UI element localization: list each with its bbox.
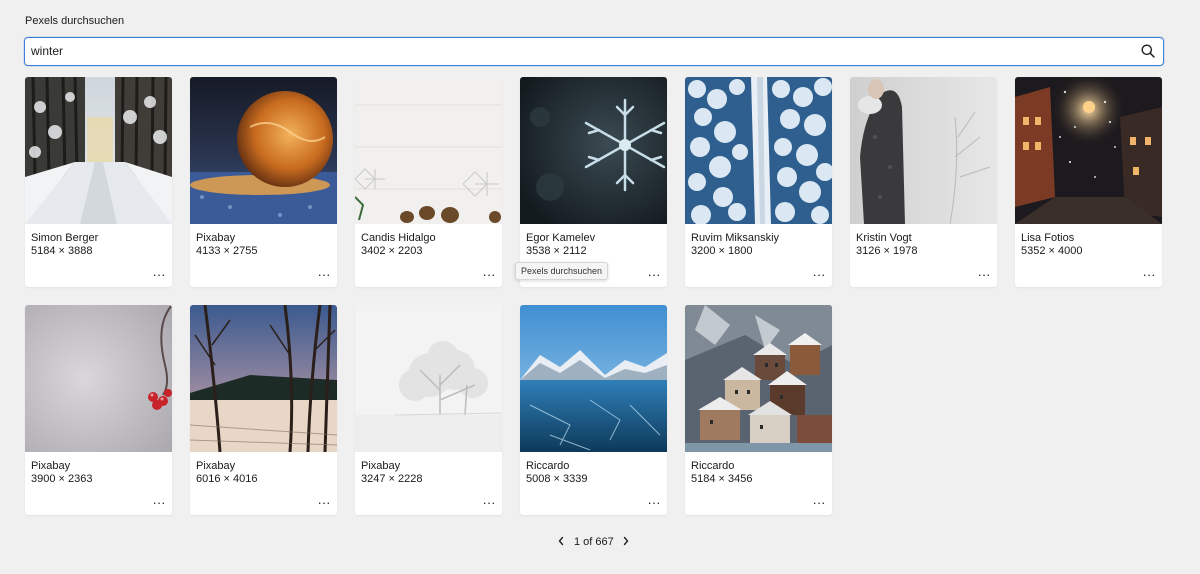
image-thumbnail[interactable]	[355, 77, 502, 224]
more-options-button[interactable]: ···	[1142, 268, 1156, 281]
image-thumbnail[interactable]	[355, 305, 502, 452]
more-options-button[interactable]: ···	[812, 268, 826, 281]
search-box	[24, 37, 1164, 66]
image-card[interactable]: Simon Berger 5184 × 3888 ···	[25, 77, 172, 287]
photographer-name: Pixabay	[196, 460, 236, 472]
tooltip: Pexels durchsuchen	[515, 262, 609, 280]
image-thumbnail[interactable]	[685, 305, 832, 452]
image-thumbnail[interactable]	[520, 77, 667, 224]
image-dimensions: 3402 × 2203	[361, 245, 423, 257]
image-card[interactable]: Pixabay 3247 × 2228 ···	[355, 305, 502, 515]
photographer-name: Riccardo	[526, 460, 570, 472]
photographer-name: Candis Hidalgo	[361, 232, 436, 244]
image-dimensions: 3900 × 2363	[31, 473, 93, 485]
image-dimensions: 5184 × 3888	[31, 245, 93, 257]
image-dimensions: 6016 × 4016	[196, 473, 258, 485]
chevron-left-icon[interactable]	[556, 534, 566, 548]
image-card[interactable]: Pixabay 6016 × 4016 ···	[190, 305, 337, 515]
image-dimensions: 5184 × 3456	[691, 473, 753, 485]
image-dimensions: 3126 × 1978	[856, 245, 918, 257]
image-card[interactable]: Ruvim Miksanskiy 3200 × 1800 ···	[685, 77, 832, 287]
more-options-button[interactable]: ···	[977, 268, 991, 281]
photographer-name: Ruvim Miksanskiy	[691, 232, 780, 244]
image-card[interactable]: Riccardo 5008 × 3339 ···	[520, 305, 667, 515]
image-dimensions: 3247 × 2228	[361, 473, 423, 485]
image-thumbnail[interactable]	[190, 305, 337, 452]
photographer-name: Lisa Fotios	[1021, 232, 1075, 244]
image-card[interactable]: Pixabay 3900 × 2363 ···	[25, 305, 172, 515]
image-dimensions: 5352 × 4000	[1021, 245, 1083, 257]
image-card[interactable]: Riccardo 5184 × 3456 ···	[685, 305, 832, 515]
image-card[interactable]: Egor Kamelev 3538 × 2112 ···	[520, 77, 667, 287]
more-options-button[interactable]: ···	[647, 496, 661, 509]
search-input[interactable]	[31, 38, 1131, 64]
image-card[interactable]: Candis Hidalgo 3402 × 2203 ···	[355, 77, 502, 287]
photographer-name: Egor Kamelev	[526, 232, 596, 244]
image-thumbnail[interactable]	[520, 305, 667, 452]
image-dimensions: 3538 × 2112	[526, 245, 587, 257]
image-card[interactable]: Lisa Fotios 5352 × 4000 ···	[1015, 77, 1162, 287]
image-dimensions: 3200 × 1800	[691, 245, 753, 257]
page-indicator: 1 of 667	[574, 536, 614, 548]
photographer-name: Pixabay	[361, 460, 401, 472]
more-options-button[interactable]: ···	[647, 268, 661, 281]
more-options-button[interactable]: ···	[317, 268, 331, 281]
image-thumbnail[interactable]	[25, 77, 172, 224]
photographer-name: Pixabay	[196, 232, 236, 244]
pagination: 1 of 667	[0, 534, 1200, 550]
more-options-button[interactable]: ···	[812, 496, 826, 509]
image-dimensions: 5008 × 3339	[526, 473, 588, 485]
photographer-name: Riccardo	[691, 460, 735, 472]
image-thumbnail[interactable]	[850, 77, 997, 224]
chevron-right-icon[interactable]	[621, 534, 631, 548]
photographer-name: Simon Berger	[31, 232, 99, 244]
more-options-button[interactable]: ···	[152, 496, 166, 509]
image-thumbnail[interactable]	[685, 77, 832, 224]
image-thumbnail[interactable]	[1015, 77, 1162, 224]
photographer-name: Kristin Vogt	[856, 232, 912, 244]
more-options-button[interactable]: ···	[152, 268, 166, 281]
more-options-button[interactable]: ···	[482, 496, 496, 509]
image-thumbnail[interactable]	[25, 305, 172, 452]
image-thumbnail[interactable]	[190, 77, 337, 224]
more-options-button[interactable]: ···	[317, 496, 331, 509]
image-card[interactable]: Pixabay 4133 × 2755 ···	[190, 77, 337, 287]
photographer-name: Pixabay	[31, 460, 71, 472]
page-title: Pexels durchsuchen	[25, 15, 125, 27]
image-dimensions: 4133 × 2755	[196, 245, 258, 257]
image-card[interactable]: Kristin Vogt 3126 × 1978 ···	[850, 77, 997, 287]
search-icon[interactable]	[1140, 43, 1156, 59]
more-options-button[interactable]: ···	[482, 268, 496, 281]
